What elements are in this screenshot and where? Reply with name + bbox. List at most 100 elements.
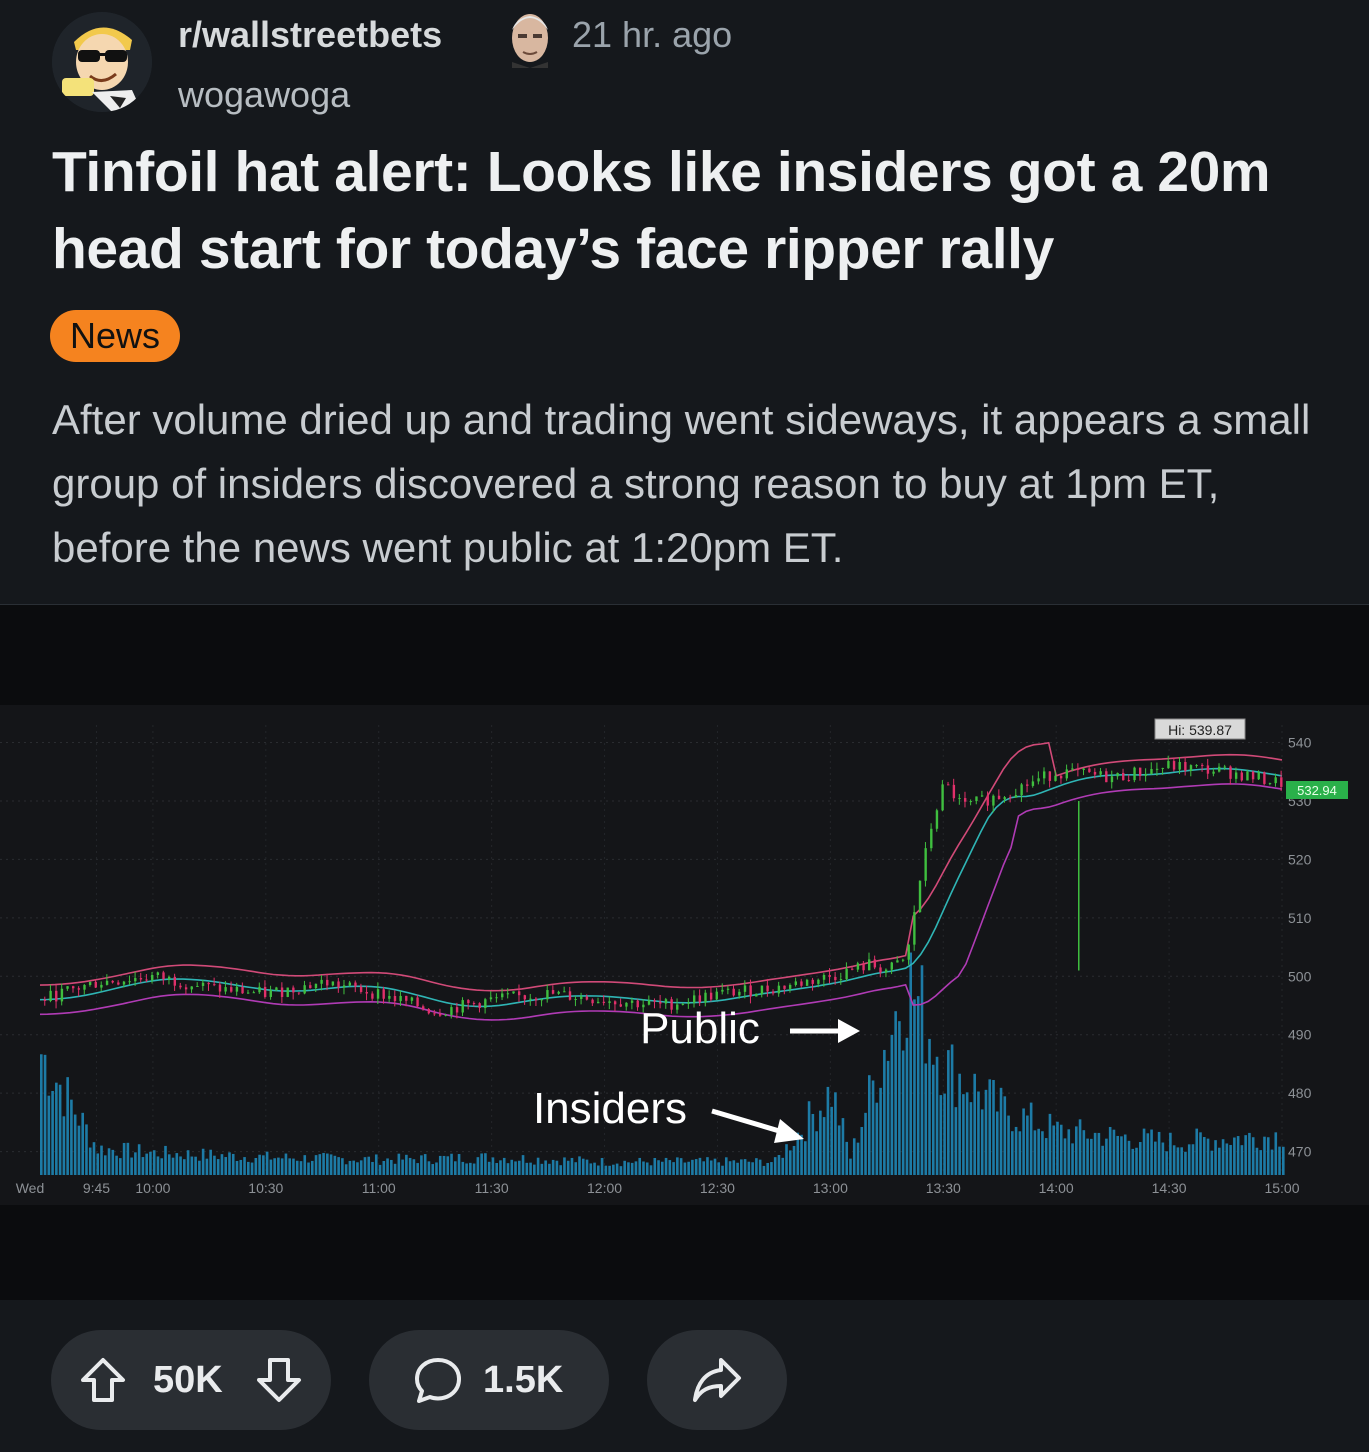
volume-bar — [630, 1162, 634, 1175]
post-author[interactable]: wogawoga — [178, 74, 350, 116]
y-tick-label: 490 — [1288, 1027, 1312, 1043]
volume-bar — [698, 1157, 702, 1175]
volume-bar — [228, 1152, 231, 1175]
volume-bar — [348, 1160, 352, 1175]
volume-bar — [1157, 1131, 1161, 1175]
subreddit-avatar[interactable] — [52, 12, 152, 112]
volume-bar — [916, 996, 920, 1175]
candle-body — [619, 1004, 622, 1007]
volume-bar — [472, 1163, 476, 1175]
candle-body — [1122, 772, 1125, 781]
volume-bar — [171, 1157, 175, 1175]
volume-bar — [1240, 1145, 1244, 1175]
volume-bar — [1150, 1129, 1153, 1175]
candle-body — [1076, 768, 1080, 770]
volume-bar — [386, 1158, 389, 1175]
volume-bar — [969, 1102, 973, 1175]
candle-body — [907, 944, 910, 960]
volume-bar — [898, 1021, 901, 1175]
volume-bar — [371, 1161, 374, 1175]
candle-body — [162, 972, 165, 980]
volume-bar — [612, 1164, 615, 1175]
candle-body — [461, 1000, 464, 1013]
volume-bar — [1056, 1121, 1059, 1175]
volume-bar — [958, 1073, 961, 1175]
volume-bar — [1116, 1135, 1119, 1175]
volume-bar — [1206, 1138, 1210, 1175]
volume-bar — [220, 1154, 224, 1175]
candle-body — [817, 979, 820, 984]
volume-bar — [977, 1091, 980, 1175]
volume-bar — [536, 1157, 540, 1175]
candle-body — [540, 999, 543, 1001]
volume-bar — [525, 1162, 529, 1175]
volume-bar — [1218, 1147, 1221, 1175]
candle-body — [1138, 767, 1142, 776]
candle-body — [1003, 797, 1006, 800]
candle-body — [918, 880, 922, 913]
candle-body — [1218, 766, 1221, 772]
candle-body — [749, 985, 752, 997]
share-button[interactable] — [647, 1330, 787, 1430]
volume-bar — [190, 1156, 194, 1175]
comments-button[interactable]: 1.5K — [369, 1330, 609, 1430]
post-flair[interactable]: News — [50, 310, 181, 362]
candle-body — [788, 984, 792, 989]
candle-body — [201, 982, 205, 986]
volume-bar — [687, 1161, 690, 1175]
candle-body — [167, 976, 171, 980]
volume-bar — [570, 1157, 574, 1175]
candle-body — [1178, 761, 1181, 770]
volume-bar — [815, 1131, 818, 1175]
volume-bar — [224, 1157, 228, 1175]
volume-bar — [107, 1148, 111, 1175]
volume-bar — [732, 1160, 736, 1175]
volume-bar — [310, 1160, 314, 1175]
volume-bar — [322, 1152, 325, 1175]
volume-bar — [999, 1087, 1003, 1175]
candle-body — [636, 1000, 639, 1008]
candle-body — [1201, 765, 1204, 767]
volume-bar — [965, 1092, 969, 1175]
candle-body — [1155, 768, 1159, 770]
volume-bar — [563, 1157, 566, 1175]
volume-bar — [1067, 1129, 1071, 1175]
volume-bar — [88, 1147, 92, 1175]
subreddit-name[interactable]: r/wallstreetbets — [178, 14, 442, 56]
post-image[interactable]: 540 530 520 510 500 490 480 470 Wed 9:45 10:00 10:… — [0, 605, 1369, 1300]
candle-body — [280, 987, 284, 997]
candle-body — [839, 979, 843, 981]
candle-body — [805, 979, 809, 986]
candle-body — [523, 995, 527, 1000]
volume-bar — [43, 1054, 47, 1175]
volume-bar — [661, 1161, 664, 1175]
downvote-icon[interactable] — [255, 1356, 303, 1404]
candle-body — [139, 978, 143, 980]
volume-bar — [239, 1159, 243, 1175]
candle-body — [371, 993, 374, 999]
volume-bar — [894, 1011, 897, 1175]
volume-bar — [600, 1157, 604, 1175]
volume-bar — [1191, 1144, 1195, 1175]
upvote-icon[interactable] — [79, 1356, 127, 1404]
post-title[interactable]: Tinfoil hat alert: Looks like insiders g… — [52, 134, 1332, 288]
candle-body — [992, 795, 995, 806]
candle-body — [1014, 795, 1018, 798]
volume-bar — [160, 1158, 164, 1175]
volume-bar — [1278, 1146, 1281, 1175]
candle-body — [354, 982, 357, 987]
candle-body — [314, 983, 318, 989]
volume-bar — [943, 1093, 946, 1175]
volume-bar — [1169, 1132, 1172, 1175]
candle-body — [269, 990, 272, 997]
volume-bar — [886, 1060, 890, 1175]
volume-bar — [55, 1082, 58, 1175]
volume-bar — [585, 1159, 589, 1175]
volume-bar — [988, 1079, 992, 1175]
candle-body — [1280, 777, 1283, 787]
volume-bar — [1123, 1134, 1127, 1175]
candle-body — [88, 981, 92, 986]
volume-bar — [502, 1157, 506, 1175]
candle-body — [100, 984, 103, 988]
volume-bar — [408, 1157, 412, 1175]
